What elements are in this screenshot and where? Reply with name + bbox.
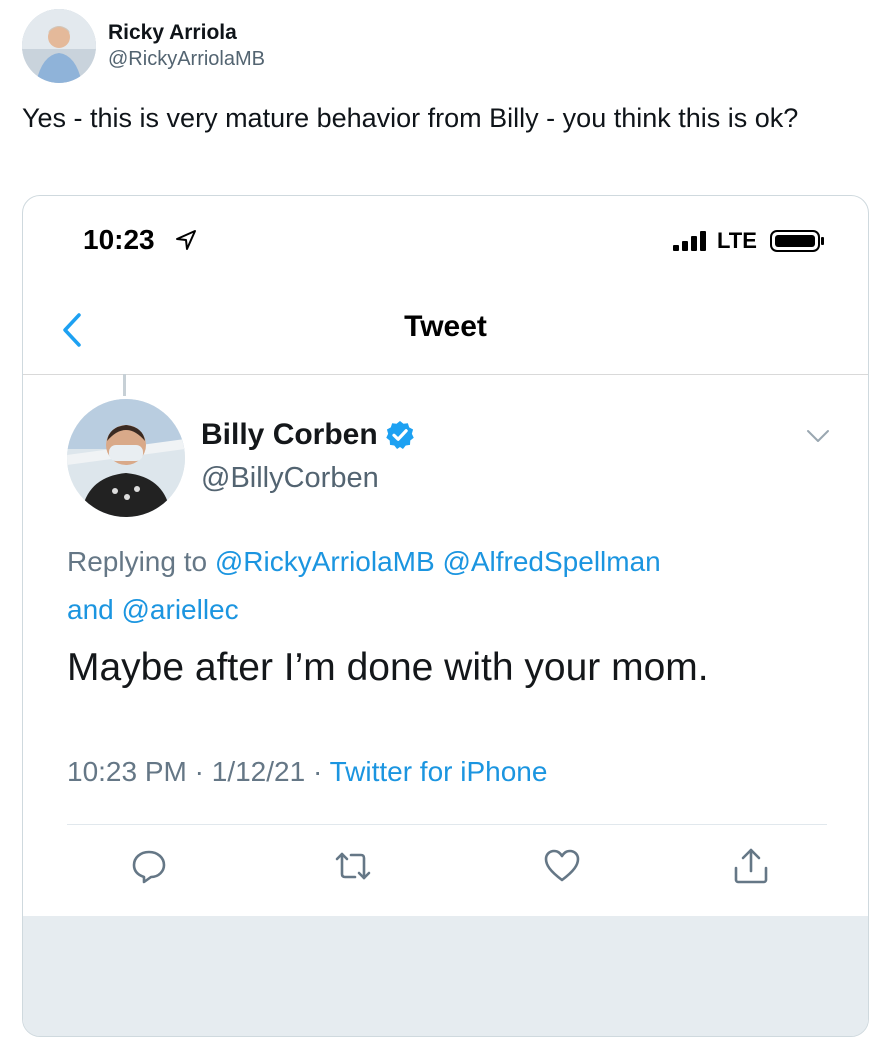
mention-link[interactable]: @AlfredSpellman xyxy=(442,546,660,577)
action-bar xyxy=(67,846,827,896)
avatar[interactable] xyxy=(22,9,96,83)
navigation-bar: Tweet xyxy=(23,276,868,375)
author-handle[interactable]: @BillyCorben xyxy=(201,462,379,495)
tweet-time[interactable]: 10:23 PM xyxy=(67,756,187,787)
share-button[interactable] xyxy=(731,846,771,886)
divider xyxy=(67,824,827,825)
replying-to: Replying to @RickyArriolaMB @AlfredSpell… xyxy=(67,538,827,634)
tweet-body: Maybe after I’m done with your mom. xyxy=(67,646,709,689)
tweet-source[interactable]: Twitter for iPhone xyxy=(330,756,548,787)
mention-link[interactable]: @ariellec xyxy=(122,594,239,625)
mention-link[interactable]: @RickyArriolaMB xyxy=(215,546,435,577)
reply-button[interactable] xyxy=(129,846,169,886)
heart-icon xyxy=(544,849,580,882)
meta-separator: · xyxy=(312,756,323,787)
author-row: Billy Corben xyxy=(201,418,416,452)
battery-icon xyxy=(770,230,824,252)
avatar[interactable] xyxy=(67,399,185,517)
retweet-icon xyxy=(335,852,371,880)
thread-connector xyxy=(123,374,126,396)
location-arrow-icon xyxy=(176,230,196,250)
meta-separator: · xyxy=(194,756,204,787)
author-name[interactable]: Billy Corben xyxy=(201,418,378,452)
embedded-screenshot[interactable]: 10:23 LTE Tweet Billy Corben @BillyCorbe… xyxy=(22,195,869,1037)
signal-bars-icon xyxy=(673,231,706,251)
like-button[interactable] xyxy=(542,846,582,886)
tweet-date[interactable]: 1/12/21 xyxy=(212,756,305,787)
tweet-text: Yes - this is very mature behavior from … xyxy=(22,103,799,133)
page-title: Tweet xyxy=(404,310,487,343)
tweet-meta: 10:23 PM · 1/12/21 · Twitter for iPhone xyxy=(67,756,547,788)
chevron-down-icon[interactable] xyxy=(806,429,830,443)
network-label: LTE xyxy=(717,228,757,253)
status-bar: 10:23 LTE xyxy=(23,196,868,276)
reply-icon xyxy=(132,850,166,884)
verified-badge-icon xyxy=(385,421,414,449)
avatar-photo-icon xyxy=(22,9,96,83)
share-icon xyxy=(734,848,768,884)
screenshot-footer-area xyxy=(23,916,868,1036)
avatar-photo-icon xyxy=(67,399,185,517)
mention-and[interactable]: and xyxy=(67,594,114,625)
outer-tweet-header: Ricky Arriola @RickyArriolaMB xyxy=(22,8,265,84)
status-time: 10:23 xyxy=(83,224,155,255)
author-name[interactable]: Ricky Arriola xyxy=(108,20,265,46)
replying-prefix: Replying to xyxy=(67,546,208,577)
retweet-button[interactable] xyxy=(333,846,373,886)
author-handle[interactable]: @RickyArriolaMB xyxy=(108,46,265,72)
